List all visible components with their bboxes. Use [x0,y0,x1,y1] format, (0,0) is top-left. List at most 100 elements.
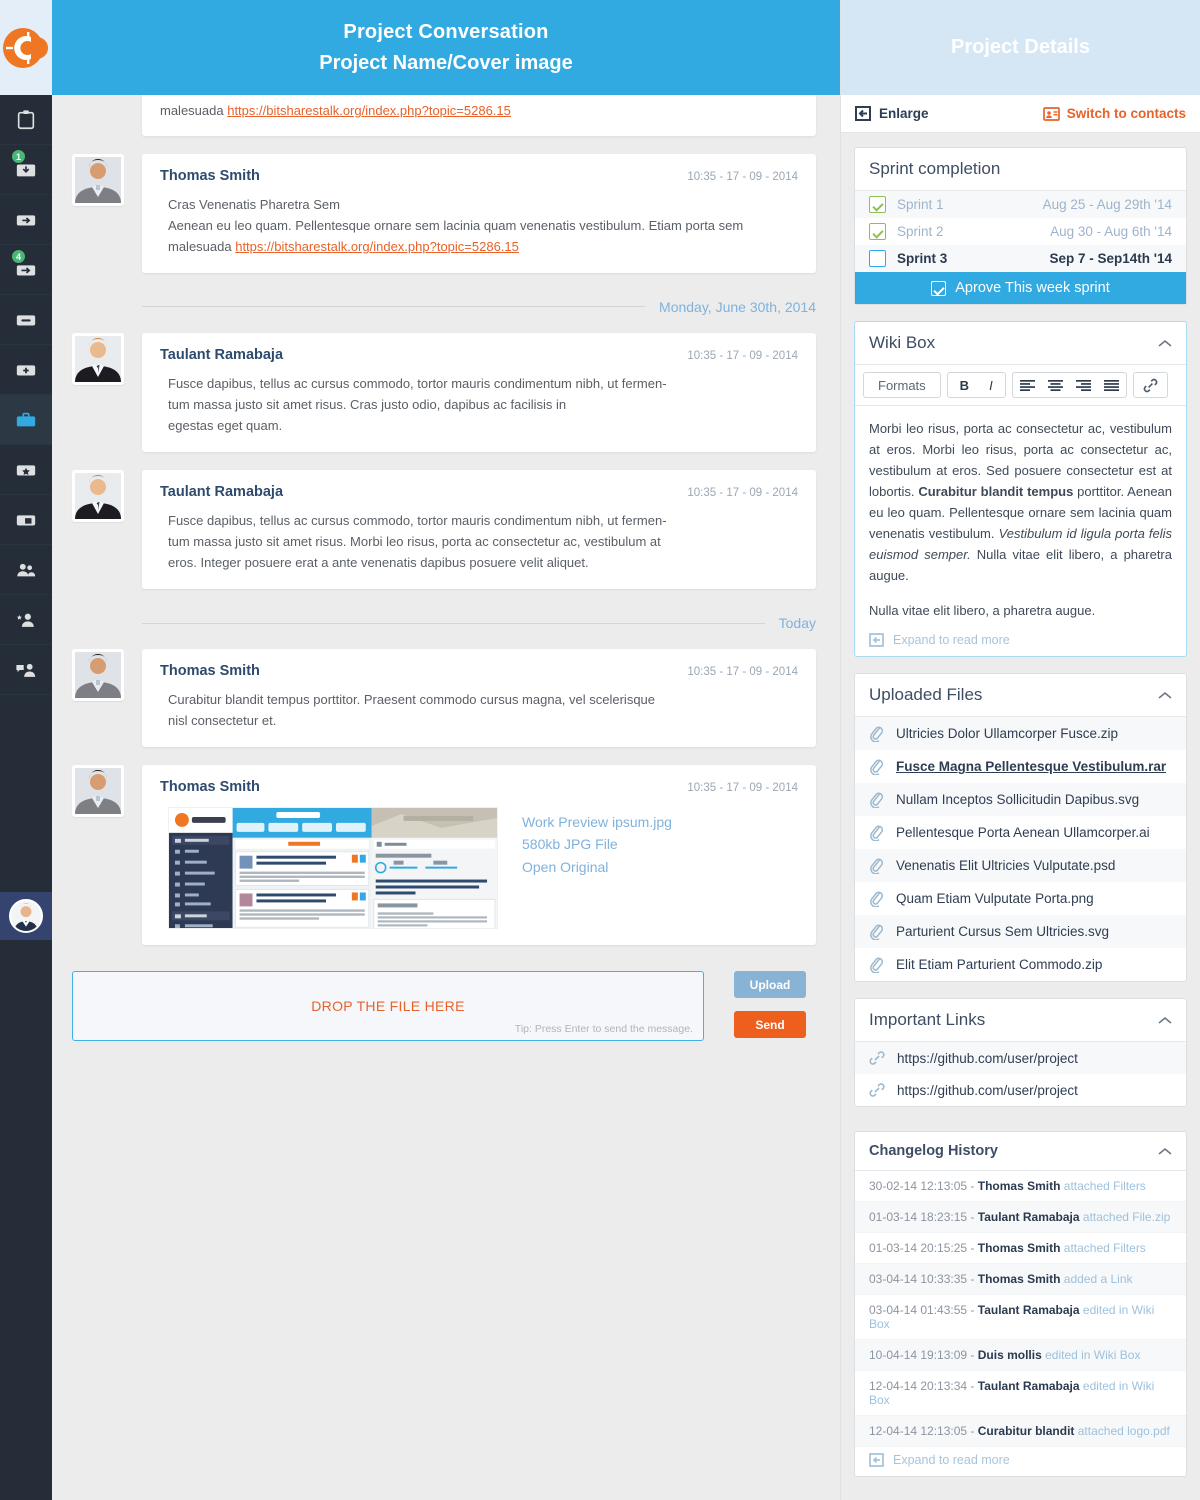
list-item[interactable]: https://github.com/user/project [855,1042,1186,1075]
message-bubble: Taulant Ramabaja 10:35 - 17 - 09 - 2014 … [142,332,816,453]
message-link[interactable]: https://bitsharestalk.org/index.php?topi… [235,239,519,254]
chevron-up-icon[interactable] [1158,339,1172,348]
sidebar-item-favorites[interactable] [0,445,52,495]
changelog-time: 01-03-14 18:23:15 - [869,1210,978,1225]
paperclip-icon [870,759,884,776]
changelog-expand-label: Expand to read more [893,1453,1010,1468]
app-logo[interactable] [0,0,52,95]
changelog-time: 03-04-14 01:43:55 - [869,1303,978,1318]
thomas-smith-avatar[interactable] [72,765,124,818]
message-input-dropzone[interactable]: DROP THE FILE HERE Tip: Press Enter to s… [72,971,704,1042]
bold-italic-group: B I [946,372,1006,398]
message-header: Thomas Smith 10:35 - 17 - 09 - 2014 [160,779,798,795]
sidebar-item-archive[interactable] [0,295,52,345]
list-item[interactable]: Ultricies Dolor Ullamcorper Fusce.zip [855,717,1186,751]
wiki-box-card: Wiki Box Formats B I Morbi leo risus, po… [854,321,1187,658]
thumbnail-illustration [169,808,497,929]
wiki-card-header: Wiki Box [855,322,1186,365]
folder-plus-icon [16,364,36,375]
changelog-row: 12-04-14 20:13:34 - Taulant Ramabaja edi… [855,1371,1186,1417]
list-item[interactable]: https://github.com/user/project [855,1074,1186,1106]
thomas-smith-avatar[interactable] [72,153,124,206]
message-row: Taulant Ramabaja 10:35 - 17 - 09 - 2014 … [72,470,816,590]
sidebar-item-clipboard[interactable] [0,95,52,145]
list-item[interactable]: Elit Etiam Parturient Commodo.zip [855,948,1186,981]
changelog-row: 10-04-14 19:13:09 - Duis mollis edited i… [855,1340,1186,1372]
sidebar-item-team[interactable] [0,545,52,595]
message-timestamp: 10:35 - 17 - 09 - 2014 [687,666,798,679]
sidebar-item-projects[interactable] [0,395,52,445]
sidebar-item-sent[interactable]: 4 [0,245,52,295]
align-right-icon[interactable] [1075,379,1091,391]
send-button[interactable]: Send [734,1011,806,1039]
sprint-checkbox[interactable] [869,250,886,267]
wiki-content[interactable]: Morbi leo risus, porta ac consectetur ac… [855,406,1186,627]
chevron-up-icon[interactable] [1158,1147,1172,1156]
users-icon [17,563,36,576]
list-item[interactable]: Parturient Cursus Sem Ultricies.svg [855,915,1186,949]
inbox-download-icon [16,164,36,176]
list-item[interactable]: Quam Etiam Vulputate Porta.png [855,882,1186,915]
briefcase-icon [16,412,36,426]
sprint-row[interactable]: Sprint 3 Sep 7 - Sep14th '14 [855,245,1186,272]
italic-button[interactable]: I [989,378,993,393]
enlarge-button[interactable]: Enlarge [855,106,929,121]
switch-to-contacts-button[interactable]: Switch to contacts [1042,106,1186,121]
sidebar-item-inbox[interactable]: 1 [0,145,52,195]
taulant-ramabaja-avatar[interactable] [72,470,124,523]
sprint-row[interactable]: Sprint 2 Aug 30 - Aug 6th '14 [855,218,1186,245]
work-preview-thumbnail[interactable] [168,807,498,930]
attachment-filename: Work Preview ipsum.jpg [522,814,672,831]
sidebar-item-add-user[interactable] [0,595,52,645]
align-center-icon[interactable] [1047,379,1063,391]
sidebar-item-outgoing[interactable] [0,195,52,245]
align-justify-icon[interactable] [1103,379,1119,391]
list-item[interactable]: Pellentesque Porta Aenean Ullamcorper.ai [855,816,1186,849]
list-item[interactable]: Nullam Inceptos Sollicitudin Dapibus.svg [855,783,1186,817]
align-left-icon[interactable] [1019,379,1035,391]
list-item[interactable]: Venenatis Elit Ultricies Vulputate.psd [855,849,1186,883]
clipboard-icon [17,109,35,129]
chevron-up-icon[interactable] [1158,1016,1172,1025]
paperclip-icon [870,957,884,974]
sidebar-item-notes[interactable] [0,495,52,545]
sprint-checkbox[interactable] [869,196,886,213]
clip-spacer [72,95,142,136]
bold-button[interactable]: B [960,378,969,393]
taulant-ramabaja-avatar[interactable] [72,332,124,385]
rail-avatar-row[interactable] [0,892,52,940]
sidebar-item-messages[interactable] [0,645,52,695]
changelog-expand-button[interactable]: Expand to read more [855,1447,1186,1476]
open-original-link[interactable]: Open Original [522,856,672,878]
changelog-row: 03-04-14 10:33:35 - Thomas Smith added a… [855,1264,1186,1296]
current-user-avatar[interactable] [9,899,43,933]
changelog-user: Duis mollis [977,1348,1042,1363]
insert-link-button[interactable] [1132,372,1168,398]
paperclip-icon [870,924,884,941]
sidebar-item-new-folder[interactable] [0,345,52,395]
details-header: Project Details [841,0,1200,95]
changelog-user: Thomas Smith [977,1179,1061,1194]
changelog-action: attached Filters [1060,1241,1146,1256]
sprint-label: Sprint 3 [897,251,948,266]
changelog-row: 12-04-14 12:13:05 - Curabitur blandit at… [855,1416,1186,1448]
link-icon [1143,378,1157,392]
chevron-up-icon[interactable] [1158,691,1172,700]
changelog-action: attached Filters [1060,1179,1146,1194]
thomas-smith-avatar[interactable] [72,649,124,702]
sprint-checkbox[interactable] [869,223,886,240]
changelog-time: 12-04-14 20:13:34 - [869,1379,978,1394]
avatar-illustration [75,156,121,203]
message-line: tum massa justo sit amet risus. Cras jus… [168,396,567,412]
upload-button[interactable]: Upload [734,971,806,999]
wiki-expand-button[interactable]: Expand to read more [855,627,1186,656]
sprint-row[interactable]: Sprint 1 Aug 25 - Aug 29th '14 [855,191,1186,218]
formats-dropdown[interactable]: Formats [863,372,941,398]
list-item[interactable]: Fusce Magna Pellentesque Vestibulum.rar [855,750,1186,783]
message-text: Cras Venenatis Pharetra Sem Aenean eu le… [160,194,798,257]
separator-line [142,306,646,308]
message-line: Fusce dapibus, tellus ac cursus commodo,… [168,375,667,391]
approve-sprint-button[interactable]: Aprove This week sprint [855,272,1186,304]
folder-arrow-right-icon [16,214,36,225]
clipped-link[interactable]: https://bitsharestalk.org/index.php?topi… [227,103,511,118]
